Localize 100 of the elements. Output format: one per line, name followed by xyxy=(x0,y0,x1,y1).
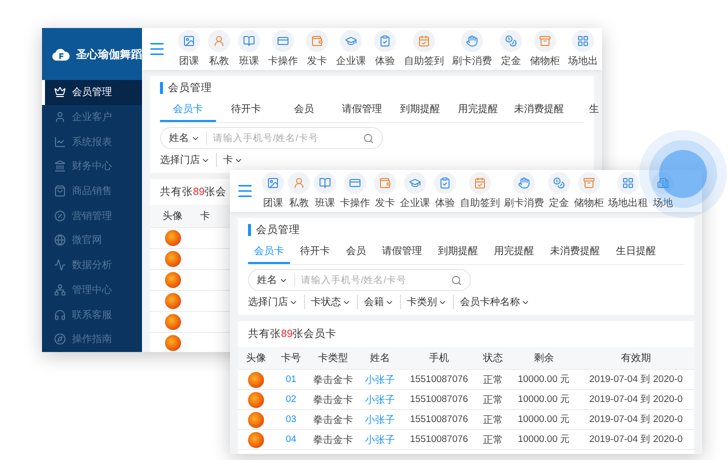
tab[interactable]: 请假管理 xyxy=(334,98,390,122)
tab[interactable]: 生日提醒 xyxy=(610,240,662,264)
toolbar-item[interactable]: 私教 xyxy=(208,30,230,68)
toolbar-item[interactable]: 储物柜 xyxy=(530,30,560,68)
tab[interactable]: 用完提醒 xyxy=(450,98,506,122)
search-field[interactable]: 姓名 请输入手机号/姓名/卡号 xyxy=(160,127,383,149)
tab[interactable]: 待开卡 xyxy=(294,240,336,264)
toolbar-item[interactable]: 场地出租 xyxy=(608,172,648,210)
globe-icon xyxy=(54,234,66,246)
card-icon xyxy=(272,30,294,52)
cloud-logo-icon xyxy=(52,46,70,62)
menu-icon[interactable] xyxy=(148,40,166,58)
tab[interactable]: 未消费提醒 xyxy=(508,98,564,122)
archive-icon xyxy=(578,172,600,194)
toolbar-item[interactable]: 体验 xyxy=(434,172,456,210)
filter-dropdown[interactable]: 卡类别 xyxy=(400,295,453,309)
graduation-cap-icon xyxy=(404,172,426,194)
avatar-placeholder xyxy=(164,293,180,309)
table-cell-text: 10000.00 元 xyxy=(516,393,572,406)
search-field[interactable]: 姓名 请输入手机号/姓名/卡号 xyxy=(248,269,471,291)
toolbar-item[interactable]: 发卡 xyxy=(374,172,396,210)
shopping-bag-icon xyxy=(54,185,66,198)
table-cell-text: 2019-07-04 到 2020-0 xyxy=(588,433,684,446)
hand-icon xyxy=(461,30,483,52)
line-chart-icon xyxy=(54,136,66,148)
wallet-icon xyxy=(306,30,328,52)
tab[interactable]: 到期提醒 xyxy=(432,240,484,264)
picture-icon xyxy=(178,30,200,52)
bank-icon xyxy=(54,160,66,172)
avatar-placeholder xyxy=(164,251,180,267)
column-header: 状态 xyxy=(482,352,504,365)
table-cell-text: 10000.00 元 xyxy=(516,413,572,426)
column-header: 剩余 xyxy=(533,352,555,365)
filter-dropdown[interactable]: 姓名 xyxy=(169,131,207,145)
filter-dropdown[interactable]: 卡状态 xyxy=(304,295,357,309)
column-header: 头像 xyxy=(162,210,184,223)
toolbar-item[interactable]: 储物柜 xyxy=(574,172,604,210)
filter-dropdown[interactable]: 选择门店 xyxy=(160,153,216,167)
tab[interactable]: 到期提醒 xyxy=(392,98,448,122)
table-cell-text: 拳击金卡 xyxy=(312,374,354,386)
toolbar-item[interactable]: 场地出 xyxy=(568,30,598,68)
toolbar-item[interactable]: 卡操作 xyxy=(340,172,370,210)
toolbar-item[interactable]: 发卡 xyxy=(306,30,328,68)
table-cell-text: 15510087076 xyxy=(408,434,470,445)
avatar-placeholder xyxy=(248,412,264,428)
tab[interactable]: 请假管理 xyxy=(376,240,428,264)
hand-icon xyxy=(513,172,535,194)
crown-icon xyxy=(54,86,66,98)
table-cell-text: 拳击金卡 xyxy=(312,414,354,426)
grid-icon xyxy=(617,172,639,194)
clipboard-check-icon xyxy=(374,30,396,52)
toolbar-item[interactable]: 刷卡消费 xyxy=(452,30,492,68)
table-cell-text: 2019-07-04 到 2020-0 xyxy=(588,373,684,386)
filter-dropdown[interactable]: 姓名 xyxy=(257,273,295,287)
filter-dropdown[interactable]: 会员卡种名称 xyxy=(453,295,536,309)
toolbar-item[interactable]: 体验 xyxy=(374,30,396,68)
toolbar-item[interactable]: 班课 xyxy=(314,172,336,210)
section-title: 会员管理 xyxy=(160,82,584,94)
tab[interactable]: 生 xyxy=(566,98,602,122)
card-icon xyxy=(344,172,366,194)
calendar-check-icon xyxy=(413,30,435,52)
coins-icon xyxy=(548,172,570,194)
filter-dropdown[interactable]: 会籍 xyxy=(357,295,400,309)
toolbar-item[interactable]: 企业课 xyxy=(400,172,430,210)
filter-dropdown[interactable]: 卡 xyxy=(216,153,249,167)
column-header: 头像 xyxy=(245,352,267,365)
toolbar-item[interactable]: 班课 xyxy=(238,30,260,68)
grid-icon xyxy=(572,30,594,52)
tab[interactable]: 会员 xyxy=(276,98,332,122)
menu-icon[interactable] xyxy=(236,182,254,200)
table-cell-text: 10000.00 元 xyxy=(516,433,572,446)
tab[interactable]: 会员 xyxy=(340,240,372,264)
column-header: 卡号 xyxy=(280,352,302,365)
toolbar-item[interactable]: 自助签到 xyxy=(404,30,444,68)
toolbar-item[interactable]: 场地 xyxy=(652,172,674,210)
toolbar-item[interactable]: 自助签到 xyxy=(460,172,500,210)
filter-dropdown[interactable]: 选择门店 xyxy=(248,295,304,309)
column-header: 姓名 xyxy=(369,352,391,365)
toolbar-item[interactable]: 定金 xyxy=(500,30,522,68)
avatar-placeholder xyxy=(164,314,180,330)
toolbar-item[interactable]: 团课 xyxy=(262,172,284,210)
user-icon xyxy=(54,111,66,124)
tab[interactable]: 用完提醒 xyxy=(488,240,540,264)
table-cell-text: 正常 xyxy=(482,394,504,406)
table-cell-text: 10000.00 元 xyxy=(516,373,572,386)
toolbar-item[interactable]: 刷卡消费 xyxy=(504,172,544,210)
toolbar-item[interactable]: 卡操作 xyxy=(268,30,298,68)
picture-icon xyxy=(262,172,284,194)
brand-header: 圣心瑜伽舞蹈 xyxy=(42,28,142,80)
sidebar-item[interactable]: 会员管理 xyxy=(42,80,142,105)
search-icon[interactable] xyxy=(363,132,374,144)
toolbar-item[interactable]: 私教 xyxy=(288,172,310,210)
headset-icon xyxy=(54,308,66,321)
toolbar-item[interactable]: 定金 xyxy=(548,172,570,210)
tab[interactable]: 未消费提醒 xyxy=(544,240,606,264)
toolbar-item[interactable]: 团课 xyxy=(178,30,200,68)
search-icon[interactable] xyxy=(451,274,462,286)
book-icon xyxy=(314,172,336,194)
tab[interactable]: 待开卡 xyxy=(218,98,274,122)
toolbar-item[interactable]: 企业课 xyxy=(336,30,366,68)
